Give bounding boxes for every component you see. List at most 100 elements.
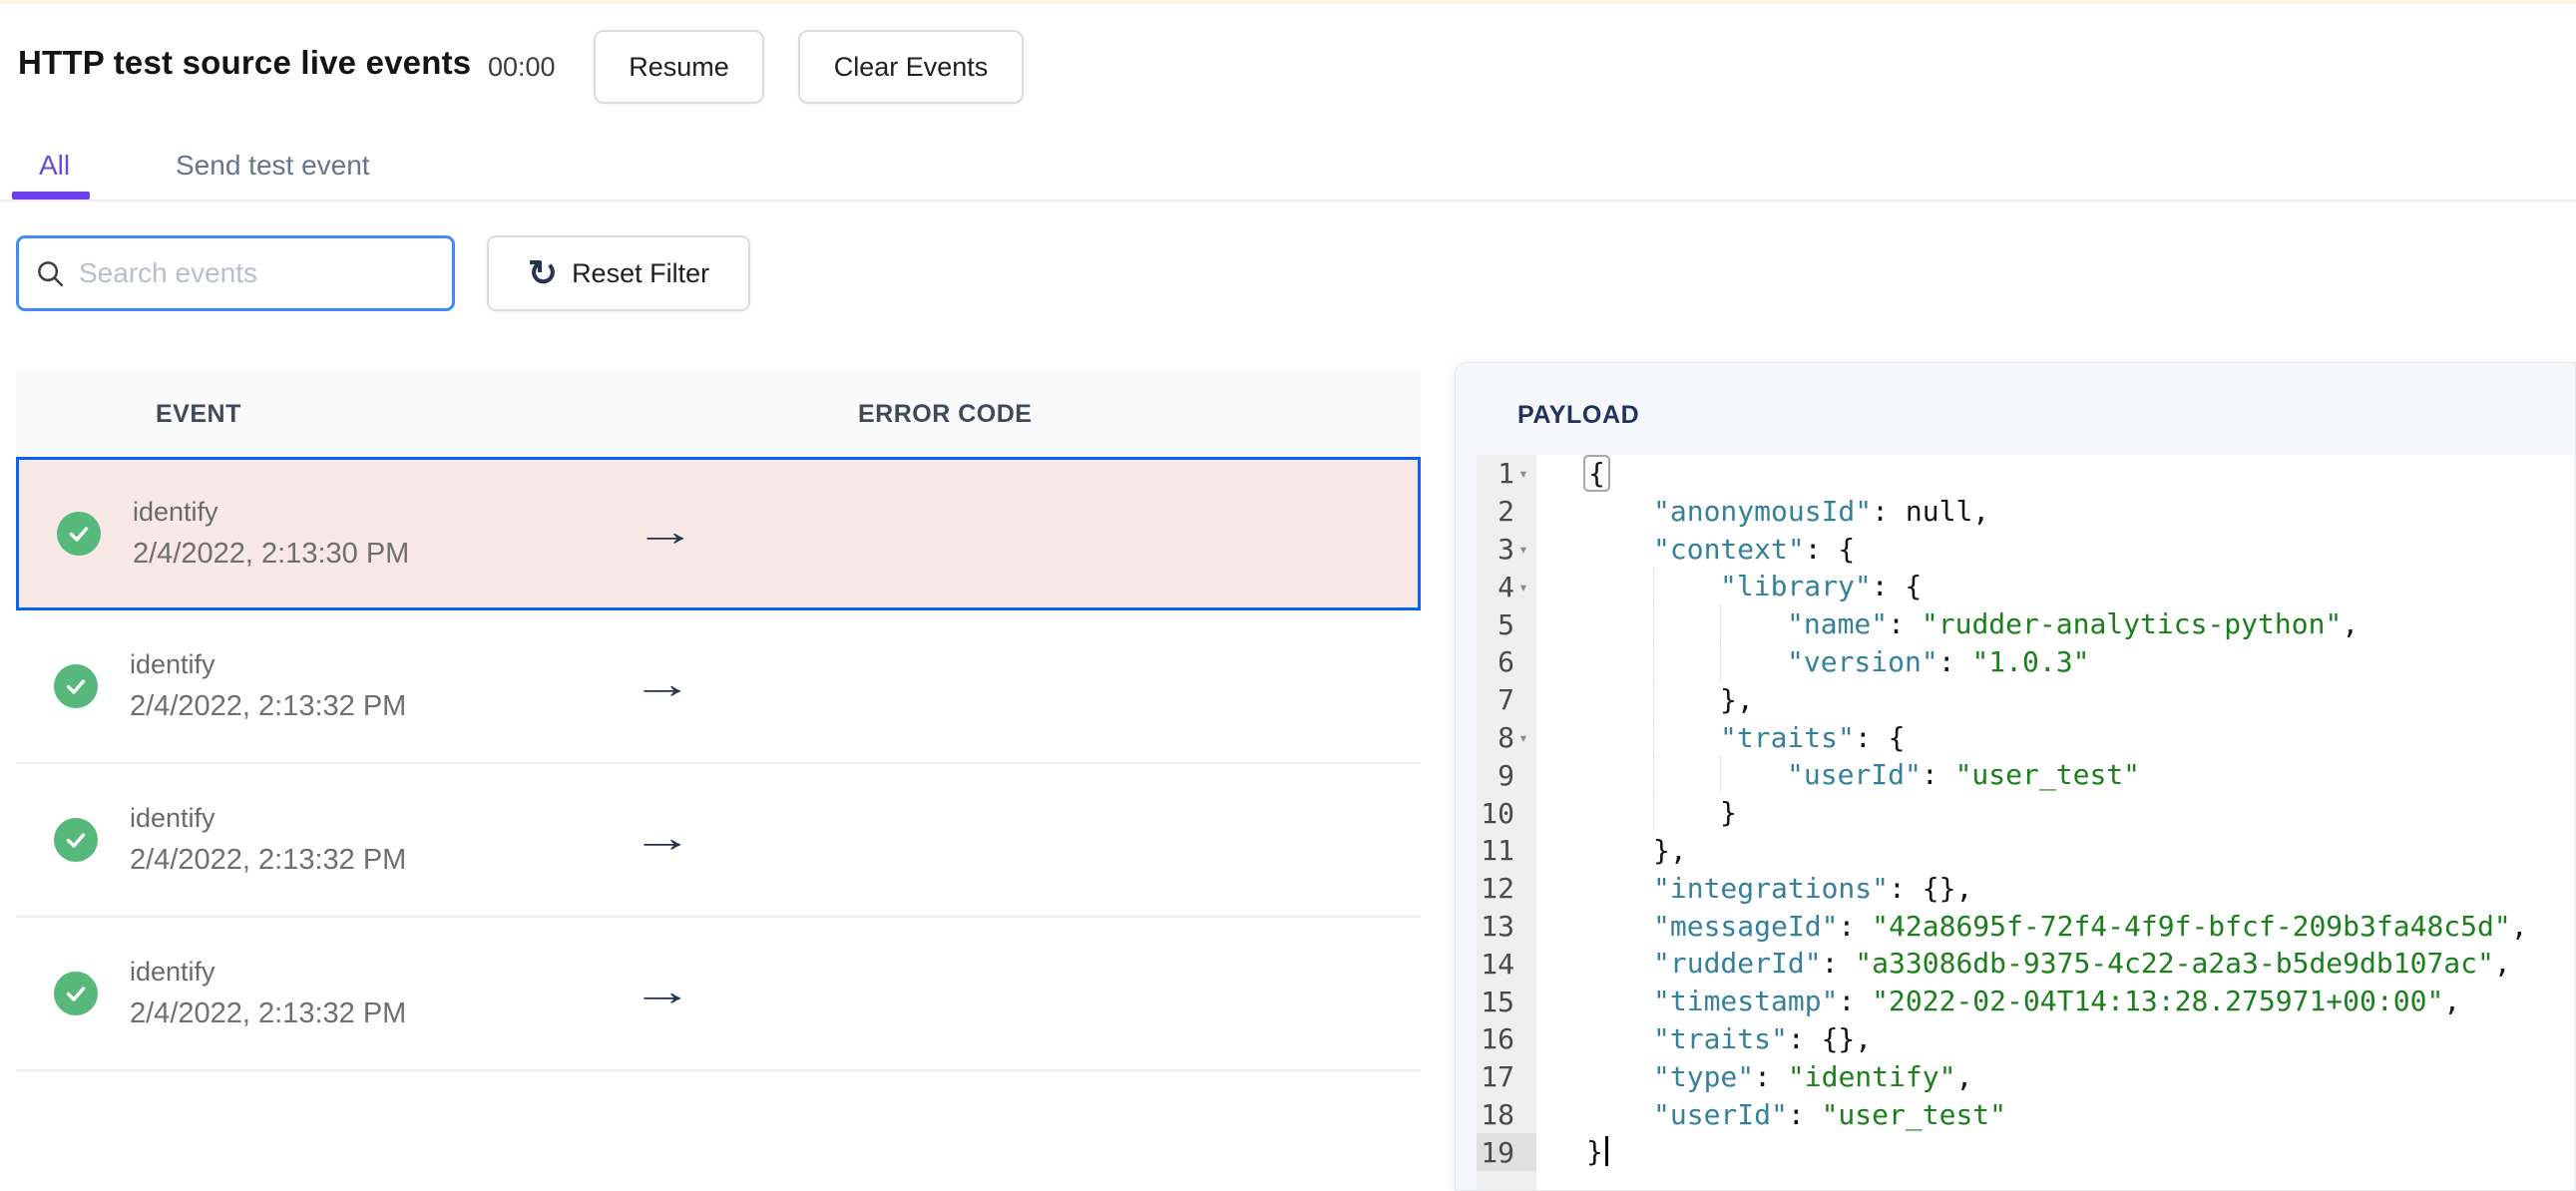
indent-guide (1653, 680, 1654, 719)
payload-json-editor[interactable]: 1 ▾ 2 3 ▾ 4 ▾ 5 6 7 8 ▾ 9 10 11 12 13 14 15 16 17 18 19 {"anon… (1477, 455, 2575, 1190)
json-token-s: "user_test" (1821, 1097, 2007, 1131)
editor-gutter: 1 ▾ 2 3 ▾ 4 ▾ 5 6 7 8 ▾ 9 10 11 12 13 14 15 16 17 18 19 (1477, 455, 1536, 1190)
tab-send-test-event[interactable]: Send test event (176, 150, 370, 182)
indent-guide (1720, 642, 1721, 681)
code-line[interactable]: "name": "rudder-analytics-python", (1536, 605, 2575, 643)
code-line[interactable]: "integrations": {}, (1536, 870, 2575, 908)
fold-toggle-icon[interactable]: ▾ (1514, 540, 1532, 559)
event-timestamp: 2/4/2022, 2:13:30 PM (133, 538, 410, 570)
live-events-table: EVENT ERROR CODE identify 2/4/2022, 2:13:… (16, 371, 1421, 1071)
json-token-k: "traits" (1720, 720, 1855, 754)
active-tab-indicator (12, 192, 90, 199)
page-title: HTTP test source live events (18, 44, 472, 81)
json-token-p: : (1838, 909, 1873, 943)
row-arrow-icon: → (632, 662, 693, 707)
live-timer: 00:00 (488, 52, 556, 82)
reset-filter-button[interactable]: ↻ Reset Filter (487, 235, 750, 311)
reset-icon: ↻ (527, 252, 559, 293)
json-token-p: : (1838, 985, 1873, 1018)
code-line[interactable]: } (1536, 1133, 2575, 1171)
text-cursor (1604, 1136, 1608, 1167)
json-token-s: "rudder-analytics-python" (1921, 607, 2343, 641)
indent-guide (1653, 718, 1654, 757)
line-number: 12 (1481, 872, 1514, 906)
json-token-s: "a33086db-9375-4c22-a2a3-b5de9db107ac" (1855, 947, 2494, 981)
code-line[interactable]: }, (1536, 832, 2575, 870)
search-icon (38, 261, 64, 287)
success-check-icon (57, 512, 101, 556)
json-token-k: "integrations" (1653, 871, 1890, 905)
editor-code-area[interactable]: {"anonymousId": null, "context": {"librar… (1536, 455, 2575, 1190)
code-line[interactable]: } (1536, 794, 2575, 832)
line-number: 17 (1481, 1060, 1514, 1094)
json-token-p: , (2443, 985, 2461, 1018)
line-number: 9 (1498, 758, 1514, 792)
table-header: EVENT ERROR CODE (16, 371, 1421, 457)
code-line[interactable]: "rudderId": "a33086db-9375-4c22-a2a3-b5d… (1536, 945, 2575, 983)
code-line[interactable]: "traits": {}, (1536, 1020, 2575, 1058)
code-line[interactable]: }, (1536, 680, 2575, 719)
column-header-error-code: ERROR CODE (858, 399, 1033, 428)
line-number: 6 (1498, 645, 1514, 679)
indent-guide (1653, 642, 1654, 681)
json-token-p: : (1937, 644, 1972, 678)
code-line[interactable]: "type": "identify", (1536, 1058, 2575, 1096)
json-token-p: : (1888, 607, 1922, 641)
code-line[interactable]: "userId": "user_test" (1536, 756, 2575, 795)
event-name: identify (130, 649, 215, 679)
json-token-k: "timestamp" (1653, 985, 1839, 1018)
json-token-p: : (1754, 1059, 1788, 1093)
code-line[interactable]: "context": { (1536, 531, 2575, 569)
event-texts: identify 2/4/2022, 2:13:32 PM (130, 957, 406, 1030)
code-line[interactable]: "version": "1.0.3" (1536, 642, 2575, 681)
clear-events-button[interactable]: Clear Events (798, 30, 1024, 104)
code-line[interactable]: "userId": "user_test" (1536, 1096, 2575, 1134)
indent-guide (1653, 605, 1654, 643)
line-number: 14 (1481, 947, 1514, 981)
fold-toggle-icon[interactable]: ▾ (1514, 464, 1532, 483)
json-token-s: "42a8695f-72f4-4f9f-bfcf-209b3fa48c5d" (1872, 909, 2511, 943)
json-token-k: "name" (1787, 607, 1889, 641)
event-name: identify (133, 497, 218, 527)
json-token-k: "userId" (1787, 758, 1922, 792)
line-number: 2 (1498, 495, 1514, 529)
code-line[interactable]: "timestamp": "2022-02-04T14:13:28.275971… (1536, 983, 2575, 1020)
json-token-p: , (2493, 947, 2511, 981)
fold-toggle-icon[interactable]: ▾ (1514, 578, 1532, 596)
json-token-p: : (1787, 1097, 1822, 1131)
search-input[interactable] (79, 257, 436, 289)
tab-all[interactable]: All (39, 150, 70, 182)
code-line[interactable]: { (1536, 455, 2575, 493)
line-number: 16 (1481, 1022, 1514, 1056)
row-arrow-icon: → (635, 510, 696, 555)
event-texts: identify 2/4/2022, 2:13:30 PM (133, 497, 409, 571)
code-line[interactable]: "library": { (1536, 568, 2575, 606)
line-number: 5 (1498, 607, 1514, 641)
json-token-k: "messageId" (1653, 909, 1839, 943)
code-line[interactable]: "traits": { (1536, 718, 2575, 757)
search-events-box[interactable] (16, 235, 455, 311)
code-line[interactable]: "anonymousId": null, (1536, 493, 2575, 531)
event-timestamp: 2/4/2022, 2:13:32 PM (130, 690, 407, 722)
event-timestamp: 2/4/2022, 2:13:32 PM (130, 997, 407, 1029)
json-token-k: "context" (1653, 532, 1805, 566)
tabs-divider (0, 199, 2576, 201)
resume-button[interactable]: Resume (594, 30, 764, 104)
json-token-p: } (1586, 1135, 1603, 1169)
event-row[interactable]: identify 2/4/2022, 2:13:32 PM → (16, 918, 1421, 1071)
json-token-p: : (1921, 758, 1955, 792)
json-token-p: }, (1720, 682, 1754, 716)
event-name: identify (130, 957, 215, 987)
success-check-icon (54, 818, 98, 862)
fold-toggle-icon[interactable]: ▾ (1514, 728, 1532, 747)
reset-filter-label: Reset Filter (572, 257, 710, 288)
event-row[interactable]: identify 2/4/2022, 2:13:32 PM → (16, 764, 1421, 918)
event-row[interactable]: identify 2/4/2022, 2:13:32 PM → (16, 610, 1421, 764)
event-row[interactable]: identify 2/4/2022, 2:13:30 PM → (16, 457, 1421, 610)
event-texts: identify 2/4/2022, 2:13:32 PM (130, 649, 406, 723)
payload-panel-title: PAYLOAD (1517, 401, 1640, 429)
json-token-p: : {}, (1889, 871, 1973, 905)
json-token-b: { (1583, 455, 1610, 492)
json-token-p: : { (1804, 532, 1856, 566)
code-line[interactable]: "messageId": "42a8695f-72f4-4f9f-bfcf-20… (1536, 908, 2575, 946)
